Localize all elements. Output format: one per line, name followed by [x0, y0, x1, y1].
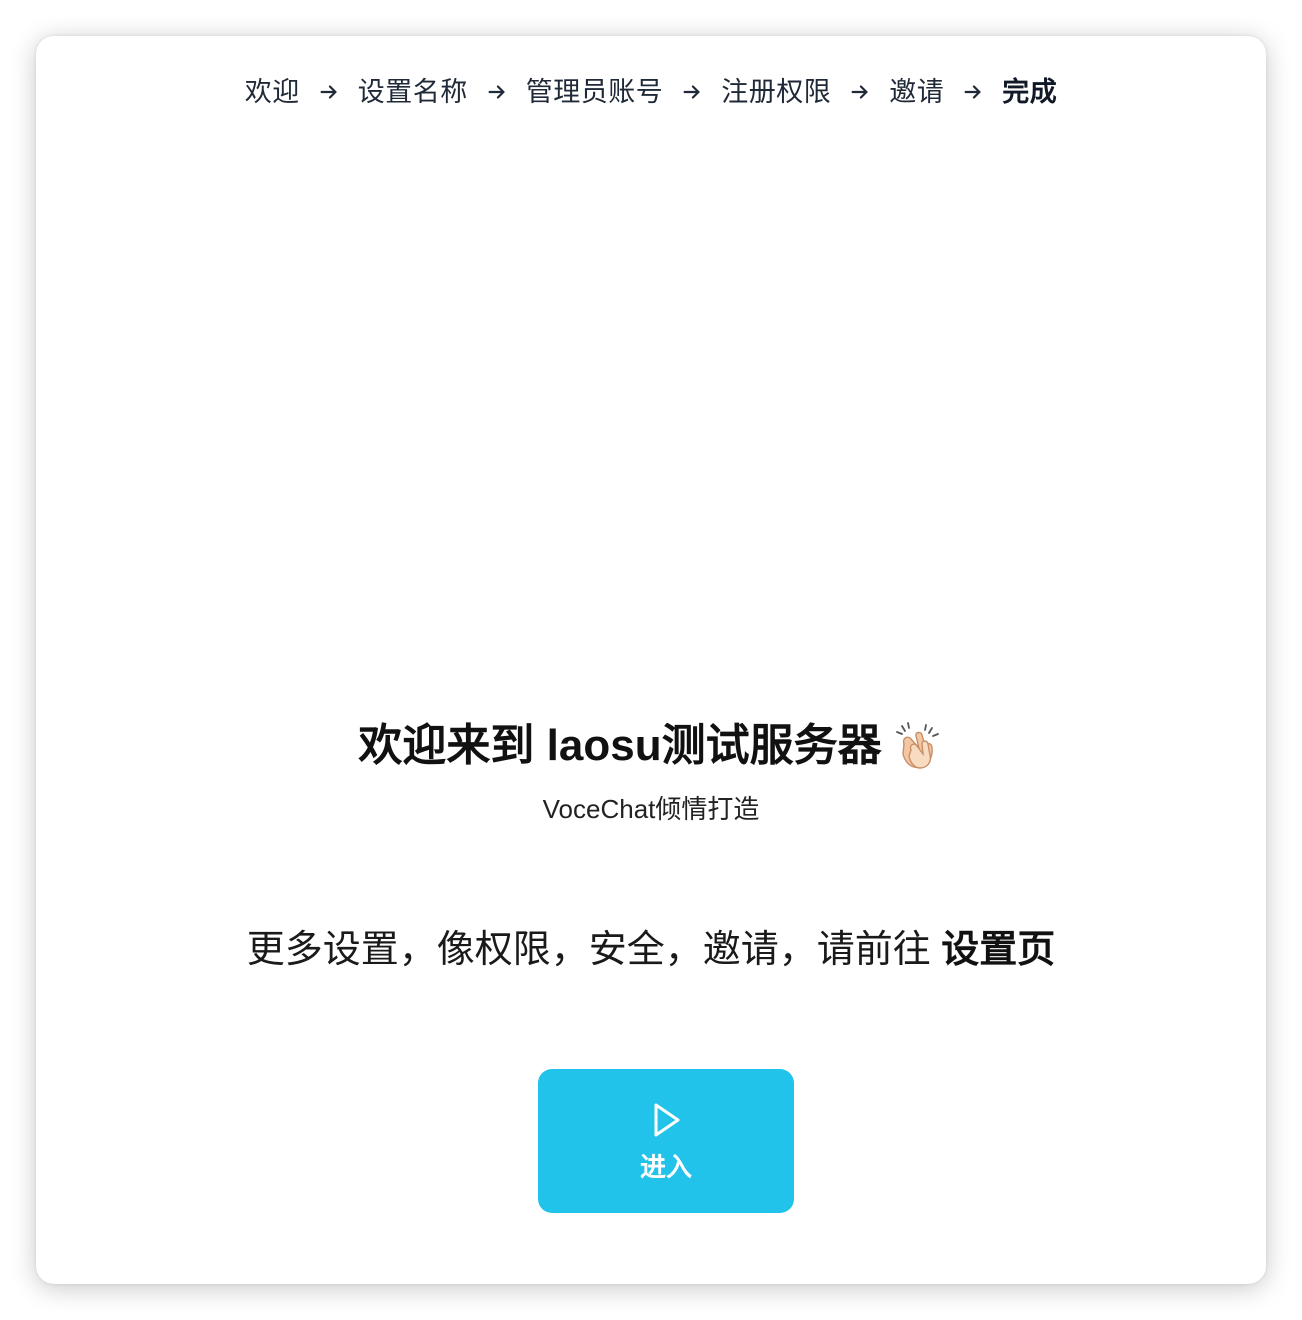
welcome-title-text: 欢迎来到 laosu测试服务器	[358, 721, 882, 770]
step-registration-permission: 注册权限	[721, 77, 832, 107]
welcome-subtitle: VoceChat倾情打造	[542, 794, 760, 824]
step-set-name: 设置名称	[357, 77, 468, 107]
enter-button-label: 进入	[639, 1152, 692, 1182]
step-welcome: 欢迎	[244, 77, 300, 107]
arrow-right-icon	[663, 74, 721, 110]
arrow-right-icon	[300, 74, 358, 110]
settings-page-link[interactable]: 设置页	[941, 929, 1055, 971]
clapping-hands-icon	[892, 720, 944, 772]
step-invite: 邀请	[889, 77, 945, 107]
setup-steps-breadcrumb: 欢迎 设置名称 管理员账号 注册权限 邀请 完成	[36, 74, 1266, 110]
arrow-right-icon	[944, 74, 1002, 110]
arrow-right-icon	[468, 74, 526, 110]
step-done: 完成	[1002, 77, 1058, 107]
arrow-right-icon	[831, 74, 889, 110]
enter-button[interactable]: 进入	[538, 1069, 794, 1213]
welcome-title: 欢迎来到 laosu测试服务器	[36, 718, 1266, 774]
setup-complete-window: 欢迎 设置名称 管理员账号 注册权限 邀请 完成 欢迎来到 laosu测试服务器	[36, 36, 1266, 1284]
play-icon	[654, 1103, 680, 1137]
step-admin-account: 管理员账号	[525, 77, 664, 107]
more-settings-text: 更多设置，像权限，安全，邀请，请前往	[246, 929, 942, 971]
more-settings-hint: 更多设置，像权限，安全，邀请，请前往 设置页	[36, 926, 1266, 974]
